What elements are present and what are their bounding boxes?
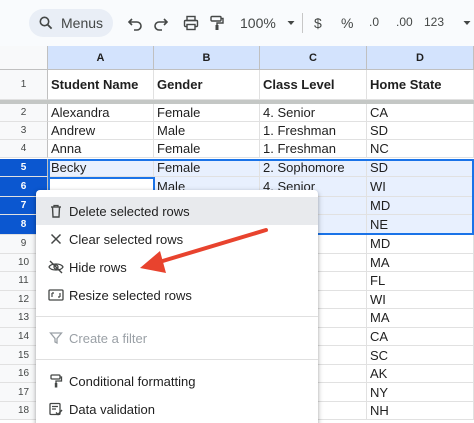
table-cell[interactable]: 2. Sophomore xyxy=(260,159,367,177)
row-header[interactable]: 2 xyxy=(0,104,48,122)
table-cell[interactable]: MD xyxy=(367,235,474,254)
zoom-value[interactable]: 100% xyxy=(240,15,276,31)
table-cell[interactable]: MA xyxy=(367,253,474,273)
search-icon xyxy=(39,16,53,30)
table-cell[interactable]: MA xyxy=(367,309,474,328)
redo-icon[interactable] xyxy=(150,12,172,34)
paint-format-icon[interactable] xyxy=(206,12,228,34)
table-cell[interactable]: Female xyxy=(154,140,260,158)
table-cell[interactable]: Anna xyxy=(48,140,154,158)
menu-item-clear-rows[interactable]: Clear selected rows xyxy=(36,225,318,253)
menu-item-conditional-formatting[interactable]: Conditional formatting xyxy=(36,367,318,395)
currency-format-button[interactable]: $ xyxy=(314,15,322,31)
decrease-decimal-button[interactable]: .0 xyxy=(369,15,379,29)
menu-item-hide-rows[interactable]: Hide rows xyxy=(36,253,318,281)
select-all-corner[interactable] xyxy=(0,46,48,70)
filter-icon xyxy=(48,330,64,346)
table-cell[interactable]: FL xyxy=(367,272,474,291)
table-cell[interactable]: SD xyxy=(367,159,474,177)
menu-item-data-validation[interactable]: Data validation xyxy=(36,395,318,423)
menu-item-label: Delete selected rows xyxy=(69,203,190,219)
column-title-cell[interactable]: Home State xyxy=(367,70,474,100)
table-cell[interactable]: CA xyxy=(367,104,474,122)
table-cell[interactable]: Female xyxy=(154,159,260,177)
menu-divider xyxy=(36,316,318,317)
zoom-dropdown-icon[interactable] xyxy=(280,12,302,34)
column-header-a[interactable]: A xyxy=(48,46,154,70)
menu-item-label: Hide rows xyxy=(69,259,127,275)
table-cell[interactable]: SC xyxy=(367,346,474,365)
row-header[interactable]: 1 xyxy=(0,70,48,100)
menu-item-delete-rows[interactable]: Delete selected rows xyxy=(36,197,318,225)
data-validation-icon xyxy=(48,401,64,417)
table-cell[interactable]: Andrew xyxy=(48,122,154,140)
resize-icon xyxy=(48,287,64,303)
table-cell[interactable]: WI xyxy=(367,290,474,310)
frozen-row-divider[interactable] xyxy=(0,100,474,104)
table-cell[interactable]: CA xyxy=(367,327,474,347)
print-icon[interactable] xyxy=(180,12,202,34)
column-title-cell[interactable]: Gender xyxy=(154,70,260,100)
menu-item-label: Data validation xyxy=(69,401,155,417)
table-cell[interactable]: NC xyxy=(367,140,474,158)
table-cell[interactable]: NH xyxy=(367,401,474,421)
menus-label: Menus xyxy=(61,15,104,31)
menu-item-create-filter[interactable]: Create a filter xyxy=(36,324,318,352)
table-cell[interactable]: Alexandra xyxy=(48,104,154,122)
paint-roller-icon xyxy=(48,373,64,389)
menu-item-resize-rows[interactable]: Resize selected rows xyxy=(36,281,318,309)
menu-item-label: Create a filter xyxy=(69,330,148,346)
table-cell[interactable]: NE xyxy=(367,215,474,235)
table-cell[interactable]: 4. Senior xyxy=(260,104,367,122)
row-header[interactable]: 5 xyxy=(0,159,48,177)
trash-icon xyxy=(48,203,64,219)
menu-item-label: Resize selected rows xyxy=(69,287,192,303)
close-icon xyxy=(48,231,64,247)
column-title-cell[interactable]: Student Name xyxy=(48,70,154,100)
table-cell[interactable]: AK xyxy=(367,364,474,384)
eye-off-icon xyxy=(48,259,64,275)
menus-search[interactable]: Menus xyxy=(29,9,113,37)
percent-format-button[interactable]: % xyxy=(341,15,353,31)
table-cell[interactable]: NY xyxy=(367,383,474,402)
menu-item-label: Conditional formatting xyxy=(69,373,196,389)
row-header[interactable]: 4 xyxy=(0,140,48,158)
menu-item-label: Clear selected rows xyxy=(69,231,184,247)
toolbar-divider xyxy=(302,13,303,33)
context-menu: Delete selected rows Clear selected rows… xyxy=(36,190,318,423)
column-header-b[interactable]: B xyxy=(154,46,260,70)
menu-divider xyxy=(36,359,318,360)
column-header-d[interactable]: D xyxy=(367,46,474,70)
toolbar: Menus 100% $ % .0 .00 123 xyxy=(0,0,474,46)
row-header[interactable]: 3 xyxy=(0,122,48,140)
table-cell[interactable]: SD xyxy=(367,122,474,140)
table-cell[interactable]: Male xyxy=(154,122,260,140)
table-cell[interactable]: Female xyxy=(154,104,260,122)
undo-icon[interactable] xyxy=(124,12,146,34)
increase-decimal-button[interactable]: .00 xyxy=(396,15,413,29)
table-cell[interactable]: WI xyxy=(367,177,474,197)
chevron-down-icon[interactable] xyxy=(456,12,474,34)
table-cell[interactable]: 1. Freshman xyxy=(260,122,367,140)
column-title-cell[interactable]: Class Level xyxy=(260,70,367,100)
number-format-button[interactable]: 123 xyxy=(424,15,444,29)
table-cell[interactable]: 1. Freshman xyxy=(260,140,367,158)
column-header-c[interactable]: C xyxy=(260,46,367,70)
table-cell[interactable]: Becky xyxy=(48,159,154,177)
table-cell[interactable]: MD xyxy=(367,197,474,215)
